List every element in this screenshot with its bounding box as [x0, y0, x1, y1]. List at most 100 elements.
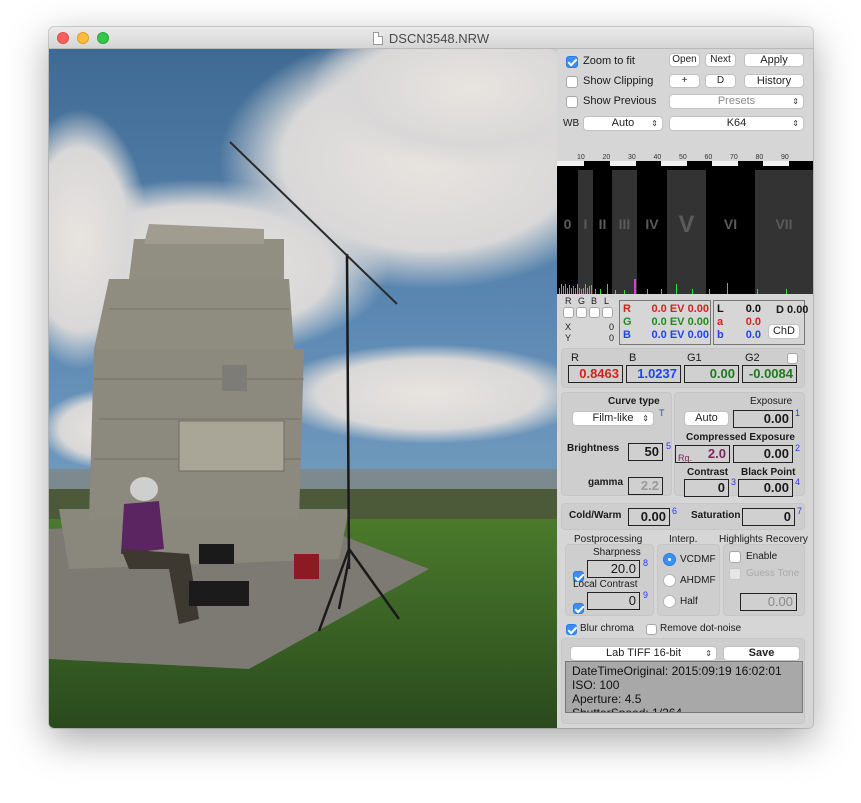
auto-exposure-button[interactable]: Auto — [684, 411, 729, 426]
rg-label: Rg. — [678, 453, 693, 463]
g2-mult-field[interactable]: -0.0084 — [742, 365, 797, 383]
histogram-bar — [585, 284, 586, 294]
sharpness-shortcut: 8 — [643, 558, 649, 568]
curve-group: Curve type Film-like ⇕ T Brightness 50 5 … — [561, 392, 672, 496]
saturation-field[interactable]: 0 — [742, 508, 795, 526]
histogram-bar — [615, 290, 616, 294]
presets-select[interactable]: Presets ⇕ — [669, 94, 804, 109]
saturation-label: Saturation — [691, 510, 741, 521]
interp-radio-vcdmf[interactable] — [663, 553, 676, 566]
y-label: Y — [565, 333, 572, 343]
color-group: Cold/Warm 0.00 6 Saturation 0 7 — [561, 503, 805, 530]
interp-radio-half[interactable] — [663, 595, 676, 608]
blur-chroma-checkbox[interactable] — [566, 624, 577, 635]
show-clipping-label: Show Clipping — [583, 75, 654, 87]
histogram-bar — [647, 289, 648, 294]
image-preview[interactable] — [49, 49, 557, 728]
histogram-bar — [583, 288, 584, 294]
zone-band — [612, 170, 637, 294]
zone-label: VII — [775, 216, 793, 232]
d-label: D — [776, 304, 784, 316]
rg-field[interactable]: Rg. 2.0 — [675, 445, 730, 463]
histogram-bar — [575, 288, 576, 294]
compressed-exposure-label: Compressed Exposure — [686, 432, 795, 443]
app-window: DSCN3548.NRW Zoom to fit Show Clipping S… — [49, 27, 813, 728]
exposure-field[interactable]: 0.00 — [733, 410, 793, 428]
add-button[interactable]: + — [669, 74, 700, 88]
apply-button[interactable]: Apply — [744, 53, 804, 67]
curve-type-value: Film-like — [592, 412, 634, 424]
rgb-row-g: G 0.0 EV 0.00 — [623, 316, 709, 328]
open-button[interactable]: Open — [669, 53, 700, 67]
b-mult-label: B — [629, 352, 637, 364]
save-button[interactable]: Save — [723, 646, 800, 661]
channel-value: 0.0 EV 0.00 — [651, 329, 710, 341]
histogram-bar — [676, 284, 677, 294]
exposure-label: Exposure — [750, 396, 793, 407]
channel-value: 0.0 EV 0.00 — [651, 303, 710, 315]
remove-dot-noise-checkbox[interactable] — [646, 624, 657, 635]
curve-type-select[interactable]: Film-like ⇕ — [572, 411, 654, 426]
b-mult-field[interactable]: 1.0237 — [626, 365, 681, 383]
wb-mode-value: Auto — [611, 117, 635, 129]
cold-warm-shortcut: 6 — [672, 506, 678, 516]
zone-histogram[interactable]: 0 I II III IV V VI VII — [557, 166, 813, 294]
exif-line: Aperture: 4.5 — [572, 692, 642, 706]
d-button[interactable]: D — [705, 74, 736, 88]
exif-line: DateTimeOriginal: 2015:09:19 16:02:01 — [572, 664, 782, 678]
histogram-bar — [727, 283, 728, 294]
zone-label: 0 — [563, 216, 572, 232]
rgb-row-b: B 0.0 EV 0.00 — [623, 329, 709, 341]
blur-chroma-label: Blur chroma — [580, 623, 634, 634]
sharpness-field[interactable]: 20.0 — [587, 560, 640, 578]
lab-row-b: b 0.0 — [717, 329, 761, 341]
brightness-field[interactable]: 50 — [628, 443, 663, 461]
cold-warm-field[interactable]: 0.00 — [628, 508, 670, 526]
channel-label: R — [565, 296, 572, 306]
channel-checkbox-r[interactable] — [563, 307, 574, 318]
histogram-bar — [661, 289, 662, 294]
local-contrast-checkbox[interactable] — [573, 603, 584, 614]
highlights-enable-label: Enable — [746, 551, 778, 562]
rgb-row-r: R 0.0 EV 0.00 — [623, 303, 709, 315]
zone-label: IV — [645, 216, 659, 232]
scale-tick: 90 — [781, 154, 789, 161]
channel-value: 0.0 — [745, 329, 761, 341]
r-mult-field[interactable]: 0.8463 — [568, 365, 623, 383]
interp-radio-ahdmf[interactable] — [663, 574, 676, 587]
histogram-bar — [600, 289, 601, 294]
window-title: DSCN3548.NRW — [49, 31, 813, 46]
sharpness-label: Sharpness — [593, 547, 641, 558]
history-button[interactable]: History — [744, 74, 804, 88]
channel-checkbox-b[interactable] — [589, 307, 600, 318]
histogram-bar — [589, 286, 590, 294]
histogram-bar — [786, 289, 787, 294]
histogram-bar — [757, 289, 758, 294]
channel-checkbox-g[interactable] — [576, 307, 587, 318]
output-format-select[interactable]: Lab TIFF 16-bit ⇕ — [570, 646, 717, 661]
next-button[interactable]: Next — [705, 53, 736, 67]
gamma-field[interactable]: 2.2 — [628, 477, 663, 495]
wb-mode-select[interactable]: Auto ⇕ — [583, 116, 663, 131]
chevron-updown-icon: ⇕ — [792, 119, 799, 128]
show-clipping-checkbox[interactable] — [566, 76, 578, 88]
black-point-field[interactable]: 0.00 — [738, 479, 793, 497]
contrast-field[interactable]: 0 — [684, 479, 729, 497]
show-previous-checkbox[interactable] — [566, 96, 578, 108]
d-readout: D 0.00 — [776, 304, 808, 316]
chd-button[interactable]: ChD — [768, 324, 800, 339]
local-contrast-field[interactable]: 0 — [587, 592, 640, 610]
g2-checkbox[interactable] — [787, 353, 798, 364]
guess-tone-checkbox[interactable] — [729, 568, 741, 580]
highlights-field[interactable]: 0.00 — [740, 593, 797, 611]
lab-row-a: a 0.0 — [717, 316, 761, 328]
wb-preset-select[interactable]: K64 ⇕ — [669, 116, 804, 131]
channel-checkbox-l[interactable] — [602, 307, 613, 318]
zoom-to-fit-checkbox[interactable] — [566, 56, 578, 68]
histogram-bar — [559, 288, 560, 294]
compressed-exposure-field[interactable]: 0.00 — [733, 445, 793, 463]
g1-mult-field[interactable]: 0.00 — [684, 365, 739, 383]
channel-name: B — [623, 329, 631, 341]
highlights-enable-checkbox[interactable] — [729, 551, 741, 563]
exif-list[interactable]: DateTimeOriginal: 2015:09:19 16:02:01 ISO… — [565, 661, 803, 713]
